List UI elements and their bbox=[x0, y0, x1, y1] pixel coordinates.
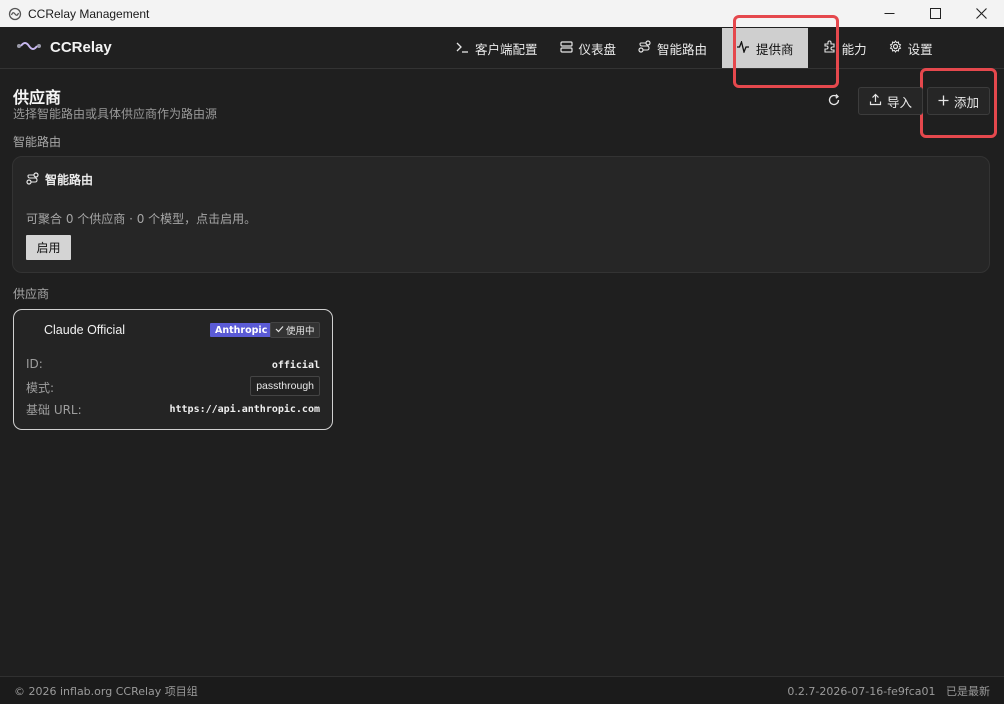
app-logo-icon bbox=[8, 7, 22, 21]
provider-id-value: official bbox=[271, 360, 320, 371]
close-button[interactable] bbox=[958, 0, 1004, 27]
nav-dashboard[interactable]: 仪表盘 bbox=[549, 27, 628, 69]
providers-section-label: 供应商 bbox=[13, 287, 50, 301]
refresh-icon bbox=[827, 92, 841, 111]
footer-version-status: 0.2.7-2026-07-16-fe9fca01 已是最新 bbox=[787, 684, 990, 698]
nav-smart-routing[interactable]: 智能路由 bbox=[627, 27, 718, 69]
refresh-button[interactable] bbox=[820, 87, 848, 115]
app-header: CCRelay 客户端配置 仪表盘 智能路由 提供商 能力 设置 bbox=[0, 27, 1004, 69]
smart-routing-card: 智能路由 可聚合 0 个供应商 · 0 个模型，点击启用。 启用 bbox=[12, 156, 990, 273]
import-button[interactable]: 导入 bbox=[857, 87, 923, 115]
provider-mode-value: passthrough bbox=[250, 376, 320, 396]
upload-icon bbox=[869, 93, 887, 109]
provider-mode-label: 模式: bbox=[26, 381, 55, 395]
add-label: 添加 bbox=[953, 94, 979, 110]
provider-id-label: ID: bbox=[26, 357, 43, 371]
nav-label: 客户端配置 bbox=[475, 41, 538, 57]
import-label: 导入 bbox=[886, 94, 912, 110]
terminal-icon bbox=[456, 41, 475, 56]
smart-routing-description: 可聚合 0 个供应商 · 0 个模型，点击启用。 bbox=[26, 212, 257, 226]
in-use-badge: 使用中 bbox=[270, 322, 320, 338]
page-actions: 导入 添加 bbox=[820, 87, 990, 115]
add-provider-button[interactable]: 添加 bbox=[926, 87, 990, 115]
server-icon bbox=[559, 40, 579, 56]
nav-label: 智能路由 bbox=[657, 41, 708, 57]
footer-copyright: © 2026 inflab.org CCRelay 项目组 bbox=[14, 684, 198, 698]
plus-icon bbox=[938, 94, 954, 109]
brand[interactable]: CCRelay bbox=[16, 38, 112, 57]
provider-card[interactable]: Claude Official Anthropic 使用中 ID: offici… bbox=[13, 309, 333, 430]
window-title: CCRelay Management bbox=[28, 6, 150, 21]
route-icon bbox=[26, 171, 45, 188]
brand-logo-icon bbox=[16, 38, 42, 57]
nav-label: 仪表盘 bbox=[578, 41, 617, 57]
smart-routing-card-header: 智能路由 bbox=[26, 171, 93, 188]
maximize-button[interactable] bbox=[912, 0, 958, 27]
provider-url-value: https://api.anthropic.com bbox=[169, 404, 320, 415]
minimize-button[interactable] bbox=[866, 0, 912, 27]
provider-type-badge: Anthropic bbox=[210, 323, 273, 337]
app-footer: © 2026 inflab.org CCRelay 项目组 0.2.7-2026… bbox=[0, 676, 1004, 704]
route-icon bbox=[638, 40, 657, 56]
gear-icon bbox=[889, 40, 908, 56]
highlight-providers-tab bbox=[733, 15, 839, 88]
nav-client-config[interactable]: 客户端配置 bbox=[445, 27, 549, 69]
in-use-label: 使用中 bbox=[286, 326, 315, 337]
nav-settings[interactable]: 设置 bbox=[878, 27, 944, 69]
page-subtitle: 选择智能路由或具体供应商作为路由源 bbox=[13, 107, 218, 121]
nav-label: 能力 bbox=[841, 41, 867, 57]
smart-routing-card-title: 智能路由 bbox=[45, 173, 94, 187]
window-titlebar: CCRelay Management bbox=[0, 0, 1004, 27]
provider-name: Claude Official bbox=[44, 323, 126, 337]
smart-routing-section-label: 智能路由 bbox=[13, 135, 62, 149]
enable-smart-routing-button[interactable]: 启用 bbox=[26, 235, 71, 260]
provider-url-label: 基础 URL: bbox=[26, 403, 82, 417]
brand-name: CCRelay bbox=[50, 39, 112, 56]
main-nav: 客户端配置 仪表盘 智能路由 提供商 能力 设置 bbox=[445, 27, 944, 69]
nav-label: 设置 bbox=[907, 41, 933, 57]
check-icon bbox=[275, 325, 284, 336]
